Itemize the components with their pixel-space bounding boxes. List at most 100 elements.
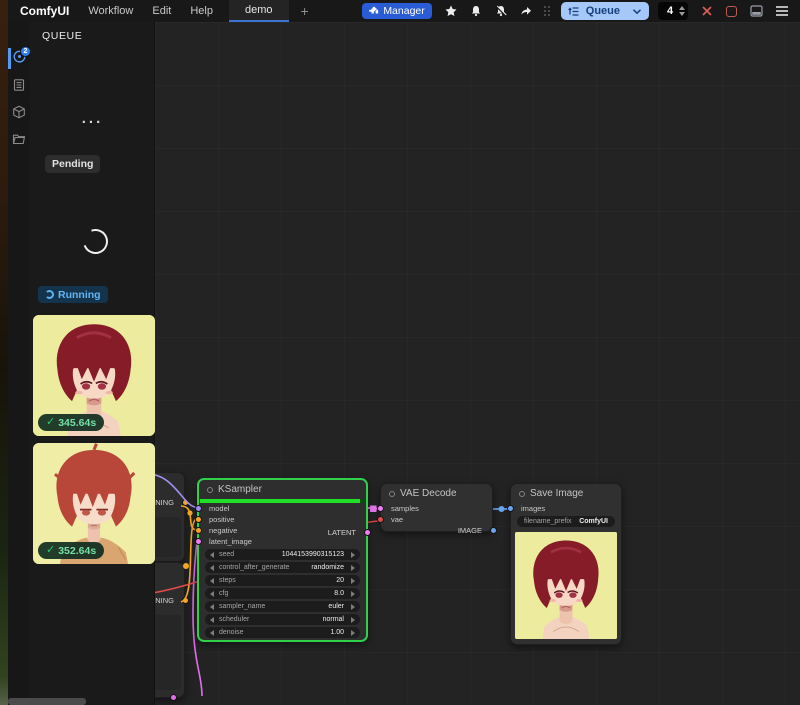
chevron-down-icon[interactable]: [632, 8, 642, 15]
widget-denoise[interactable]: denoise 1.00: [205, 627, 360, 638]
image-output[interactable]: IMAGE: [458, 525, 492, 536]
conditioning-output-dot[interactable]: [182, 597, 189, 604]
star-icon[interactable]: [445, 5, 457, 17]
drag-handle-icon[interactable]: [544, 6, 551, 16]
collapsed-items-indicator[interactable]: ...: [30, 110, 155, 127]
node-header[interactable]: [155, 473, 184, 492]
widget-name: scheduler: [219, 616, 249, 623]
widget-filename-prefix[interactable]: filename_prefix ComfyUI: [517, 516, 615, 527]
queue-run-button[interactable]: Queue: [561, 2, 649, 20]
node-library-icon[interactable]: [12, 78, 27, 93]
active-tab-indicator: [8, 48, 11, 69]
increment-icon[interactable]: [679, 6, 685, 10]
widget-control-after-generate[interactable]: control_after_generate randomize: [205, 562, 360, 573]
images-input-dot[interactable]: [507, 505, 514, 512]
clip-text-encode-node-partial[interactable]: NING: [155, 562, 185, 698]
decrement-arrow-icon[interactable]: [210, 630, 214, 636]
conditioning-output[interactable]: NING: [155, 595, 184, 606]
execution-time-badge: ✓ 352.64s: [38, 542, 104, 559]
samples-input-dot[interactable]: [377, 505, 384, 512]
decrement-arrow-icon[interactable]: [210, 604, 214, 610]
running-spinner-icon: [45, 290, 54, 299]
app-logo[interactable]: ComfyUI: [20, 4, 69, 18]
collapse-dot-icon[interactable]: [389, 491, 395, 497]
new-workflow-button[interactable]: +: [301, 4, 309, 18]
output-label: NING: [155, 498, 174, 507]
menu-workflow[interactable]: Workflow: [88, 5, 133, 17]
manager-button[interactable]: Manager: [362, 3, 431, 19]
ksampler-node[interactable]: KSampler model LATENT positive negative …: [197, 478, 368, 642]
queue-result-thumbnail[interactable]: ✓ 352.64s: [33, 443, 155, 564]
widget-sampler-name[interactable]: sampler_name euler: [205, 601, 360, 612]
input-latent-image[interactable]: latent_image: [199, 536, 366, 547]
save-image-node[interactable]: Save Image images filename_prefix ComfyU…: [510, 483, 622, 645]
collapse-dot-icon[interactable]: [207, 487, 213, 493]
batch-count-stepper[interactable]: 4: [658, 2, 688, 20]
increment-arrow-icon[interactable]: [351, 591, 355, 597]
decrement-arrow-icon[interactable]: [210, 578, 214, 584]
widget-seed[interactable]: seed 1044153990315123: [205, 549, 360, 560]
input-negative[interactable]: negative: [199, 525, 366, 536]
input-label: model: [209, 504, 229, 513]
positive-input-dot[interactable]: [195, 516, 202, 523]
bottom-panel-icon[interactable]: [750, 5, 763, 17]
widget-steps[interactable]: steps 20: [205, 575, 360, 586]
bell-off-icon[interactable]: [495, 5, 507, 17]
workflows-icon[interactable]: [12, 132, 27, 147]
decrement-icon[interactable]: [679, 12, 685, 16]
menu-edit[interactable]: Edit: [152, 5, 171, 17]
stop-icon[interactable]: [726, 6, 737, 17]
widget-cfg[interactable]: cfg 8.0: [205, 588, 360, 599]
menu-help[interactable]: Help: [190, 5, 213, 17]
input-samples[interactable]: samples IMAGE: [381, 503, 492, 514]
increment-arrow-icon[interactable]: [351, 578, 355, 584]
decrement-arrow-icon[interactable]: [210, 565, 214, 571]
input-positive[interactable]: positive: [199, 514, 366, 525]
workflow-tab[interactable]: demo: [229, 0, 289, 22]
clip-text-encode-node-partial[interactable]: NING th lor, ed itable: [155, 472, 185, 562]
latent-image-input-dot[interactable]: [195, 538, 202, 545]
bell-icon[interactable]: [470, 5, 482, 17]
running-section-chip[interactable]: Running: [38, 286, 108, 303]
graph-canvas[interactable]: NING th lor, ed itable NING: [155, 22, 800, 705]
queue-result-thumbnail[interactable]: ✓ 345.64s: [33, 315, 155, 436]
decrement-arrow-icon[interactable]: [210, 591, 214, 597]
cancel-run-icon[interactable]: [701, 5, 713, 17]
widget-scheduler[interactable]: scheduler normal: [205, 614, 360, 625]
image-output-dot[interactable]: [490, 527, 497, 534]
input-images[interactable]: images: [511, 503, 621, 514]
latent-output-dot[interactable]: [170, 694, 177, 701]
increment-arrow-icon[interactable]: [351, 604, 355, 610]
increment-arrow-icon[interactable]: [351, 552, 355, 558]
decrement-arrow-icon[interactable]: [210, 617, 214, 623]
input-vae[interactable]: vae: [381, 514, 492, 525]
widget-value: ComfyUI: [579, 518, 608, 525]
share-icon[interactable]: [520, 5, 532, 17]
input-model[interactable]: model LATENT: [199, 503, 366, 514]
node-header[interactable]: KSampler: [199, 480, 366, 499]
model-input-dot[interactable]: [195, 505, 202, 512]
node-header[interactable]: Save Image: [511, 484, 621, 503]
prompt-textarea[interactable]: [155, 615, 181, 690]
negative-input-dot[interactable]: [195, 527, 202, 534]
node-header[interactable]: [155, 563, 184, 582]
panel-scrollbar[interactable]: [8, 698, 86, 705]
model-library-icon[interactable]: [12, 105, 27, 120]
increment-arrow-icon[interactable]: [351, 630, 355, 636]
conditioning-output-dot[interactable]: [182, 499, 189, 506]
decrement-arrow-icon[interactable]: [210, 552, 214, 558]
increment-arrow-icon[interactable]: [351, 617, 355, 623]
node-header[interactable]: VAE Decode: [381, 484, 492, 503]
saved-image-preview[interactable]: [515, 532, 617, 639]
prompt-line: lor,: [155, 527, 181, 535]
conditioning-output[interactable]: NING: [155, 497, 184, 508]
link-midpoint-dot: [187, 510, 192, 515]
prompt-line: ed: [155, 534, 181, 542]
increment-arrow-icon[interactable]: [351, 565, 355, 571]
vae-input-dot[interactable]: [377, 516, 384, 523]
vae-decode-node[interactable]: VAE Decode samples IMAGE vae: [380, 483, 493, 532]
prompt-textarea[interactable]: th lor, ed itable: [155, 517, 181, 557]
menu-icon[interactable]: [776, 6, 788, 16]
pending-section-chip[interactable]: Pending: [45, 155, 100, 173]
collapse-dot-icon[interactable]: [519, 491, 525, 497]
